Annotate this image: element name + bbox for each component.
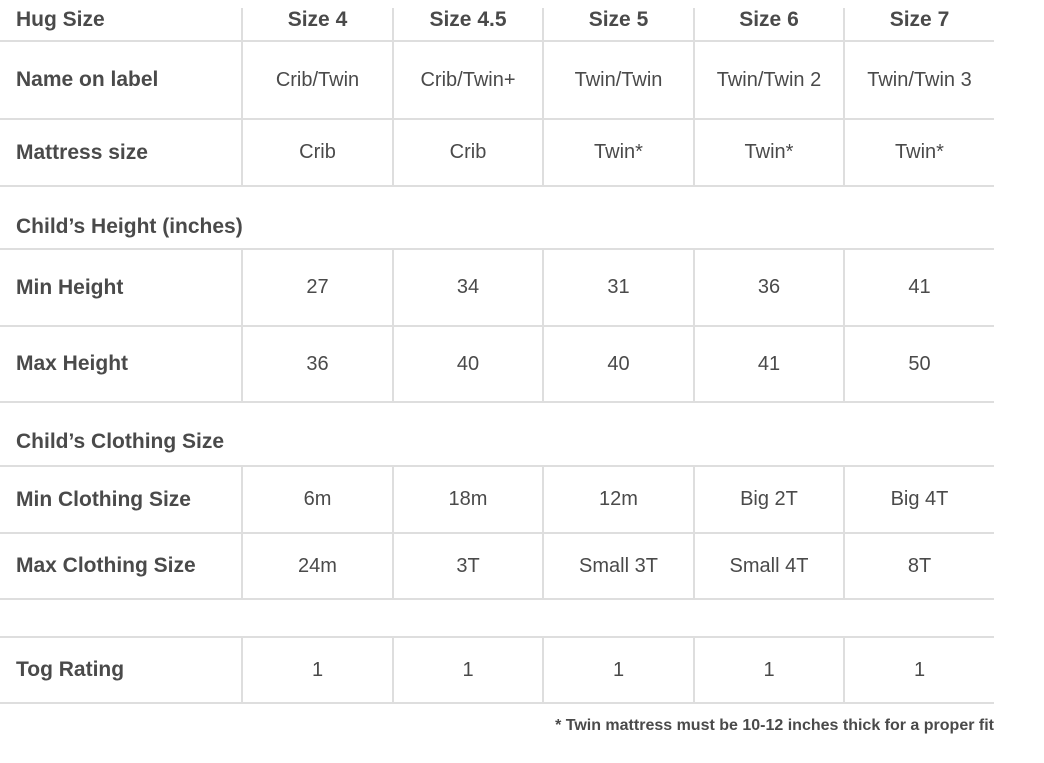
row-label: Mattress size [16,140,148,164]
table-cell: 40 [392,327,542,401]
table-cell: 50 [843,327,994,401]
table-row-max-height: Max Height 36 40 40 41 50 [0,327,994,403]
table-cell: Crib [241,120,392,185]
table-cell: Crib [392,120,542,185]
header-size-4-5: Size 4.5 [392,8,542,40]
table-cell: 1 [392,638,542,702]
table-cell: 36 [693,250,843,325]
table-row-min-height: Min Height 27 34 31 36 41 [0,250,994,327]
header-size-4: Size 4 [241,8,392,40]
section-title-clothing: Child’s Clothing Size [16,430,225,453]
table-cell: 41 [693,327,843,401]
table-cell: Crib/Twin [241,42,392,118]
footnote: * Twin mattress must be 10-12 inches thi… [555,717,994,734]
table-cell: 24m [241,534,392,598]
table-cell: Big 2T [693,467,843,532]
section-row-height: Child’s Height (inches) [0,187,994,250]
table-cell: 1 [241,638,392,702]
table-cell: 31 [542,250,693,325]
table-cell: 1 [542,638,693,702]
table-cell: 1 [693,638,843,702]
table-cell: 36 [241,327,392,401]
header-size-6: Size 6 [693,8,843,40]
table-cell: Twin* [693,120,843,185]
section-title-height: Child’s Height (inches) [16,215,243,238]
table-cell: 3T [392,534,542,598]
table-cell: Big 4T [843,467,994,532]
row-label: Max Height [16,352,129,375]
row-label: Min Clothing Size [16,487,191,511]
table-cell: Twin/Twin 3 [843,42,994,118]
table-cell: Twin/Twin [542,42,693,118]
header-size-5: Size 5 [542,8,693,40]
table-row-min-clothing: Min Clothing Size 6m 18m 12m Big 2T Big … [0,467,994,534]
table-cell: Twin/Twin 2 [693,42,843,118]
row-label: Min Height [16,275,124,299]
table-cell: 40 [542,327,693,401]
header-label: Hug Size [16,8,105,31]
row-label: Max Clothing Size [16,554,196,577]
table-cell: 41 [843,250,994,325]
table-cell: Twin* [542,120,693,185]
table-cell: 1 [843,638,994,702]
table-cell: 27 [241,250,392,325]
table-row-name-on-label: Name on label Crib/Twin Crib/Twin+ Twin/… [0,42,994,120]
table-row-tog-rating: Tog Rating 1 1 1 1 1 [0,638,994,704]
table-cell: 6m [241,467,392,532]
table-cell: Twin* [843,120,994,185]
table-cell: Small 3T [542,534,693,598]
table-cell: 34 [392,250,542,325]
row-label: Tog Rating [16,658,125,681]
section-row-clothing: Child’s Clothing Size [0,403,994,467]
table-cell: 8T [843,534,994,598]
table-cell: Crib/Twin+ [392,42,542,118]
table-cell: 12m [542,467,693,532]
row-label: Name on label [16,68,159,91]
table-cell: 18m [392,467,542,532]
table-row-mattress-size: Mattress size Crib Crib Twin* Twin* Twin… [0,120,994,187]
header-size-7: Size 7 [843,8,994,40]
spacer-row [0,600,994,638]
table-row-max-clothing: Max Clothing Size 24m 3T Small 3T Small … [0,534,994,600]
header-row: Hug Size Size 4 Size 4.5 Size 5 Size 6 S… [0,0,994,42]
table-cell: Small 4T [693,534,843,598]
